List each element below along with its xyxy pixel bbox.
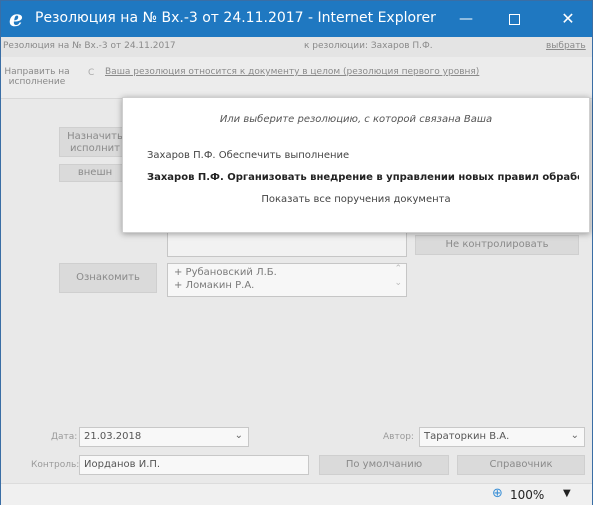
maximize-icon [508, 13, 520, 25]
show-all-tasks-link[interactable]: Показать все поручения документа [123, 194, 589, 205]
date-label: Дата: [51, 432, 78, 442]
assign-executor-button[interactable]: Назначить исполнит [59, 127, 131, 157]
zoom-icon[interactable]: ⊕ [492, 486, 508, 502]
close-button[interactable]: ✕ [545, 1, 591, 37]
reference-button[interactable]: Справочник [457, 455, 585, 475]
author-label: Автор: [383, 432, 414, 442]
send-row: Направить на исполнение С Ваша резолюция… [1, 57, 592, 99]
date-value: 21.03.2018 [84, 431, 142, 442]
control-label: Контроль: [31, 460, 80, 470]
minimize-button[interactable]: — [443, 1, 489, 37]
familiarize-list[interactable]: + Рубановский Л.Б. + Ломакин Р.А. ⌃ ⌄ [167, 263, 407, 297]
resolution-option-1[interactable]: Захаров П.Ф. Обеспечить выполнение [147, 150, 349, 161]
document-label: Резолюция на № Вх.-3 от 24.11.2017 [3, 41, 176, 51]
scroll-down-icon[interactable]: ⌄ [394, 278, 402, 288]
author-value: Тараторкин В.А. [424, 431, 510, 442]
chevron-down-icon: ⌄ [234, 430, 243, 441]
partial-label: С [88, 68, 95, 78]
to-resolution-label: к резолюции: Захаров П.Ф. [304, 41, 433, 51]
info-row: Резолюция на № Вх.-3 от 24.11.2017 к рез… [1, 37, 592, 57]
send-to-execution-button[interactable]: Направить на исполнение [4, 63, 70, 93]
document-level-link[interactable]: Ваша резолюция относится к документу в ц… [105, 67, 479, 77]
scroll-up-icon[interactable]: ⌃ [394, 264, 402, 274]
status-bar: ⊕ 100% ▼ [1, 483, 592, 505]
resolution-select-popup: Или выберите резолюцию, с которой связан… [122, 97, 590, 233]
zoom-level[interactable]: 100% [510, 488, 544, 502]
list-item[interactable]: + Рубановский Л.Б. [174, 266, 400, 279]
zoom-dropdown-icon[interactable]: ▼ [563, 488, 571, 499]
author-select[interactable]: Тараторкин В.А. ⌄ [419, 427, 585, 447]
ie-logo-icon: e [9, 6, 23, 32]
no-control-button[interactable]: Не контролировать [415, 235, 579, 255]
resolution-option-2[interactable]: Захаров П.Ф. Организовать внедрение в уп… [147, 172, 579, 183]
control-value: Иорданов И.П. [84, 459, 161, 470]
date-select[interactable]: 21.03.2018 ⌄ [79, 427, 249, 447]
familiarize-button[interactable]: Ознакомить [59, 263, 157, 293]
choose-link[interactable]: выбрать [546, 41, 586, 51]
ie-window: e Резолюция на № Вх.-3 от 24.11.2017 - I… [0, 0, 593, 505]
popup-hint: Или выберите резолюцию, с которой связан… [219, 114, 493, 125]
title-bar[interactable]: e Резолюция на № Вх.-3 от 24.11.2017 - I… [1, 1, 592, 37]
external-button[interactable]: внешн [59, 164, 131, 182]
chevron-down-icon: ⌄ [570, 430, 579, 441]
window-title: Резолюция на № Вх.-3 от 24.11.2017 - Int… [35, 10, 436, 26]
default-button[interactable]: По умолчанию [319, 455, 449, 475]
maximize-button[interactable] [491, 1, 537, 37]
control-field[interactable]: Иорданов И.П. [79, 455, 309, 475]
list-item[interactable]: + Ломакин Р.А. [174, 279, 400, 292]
